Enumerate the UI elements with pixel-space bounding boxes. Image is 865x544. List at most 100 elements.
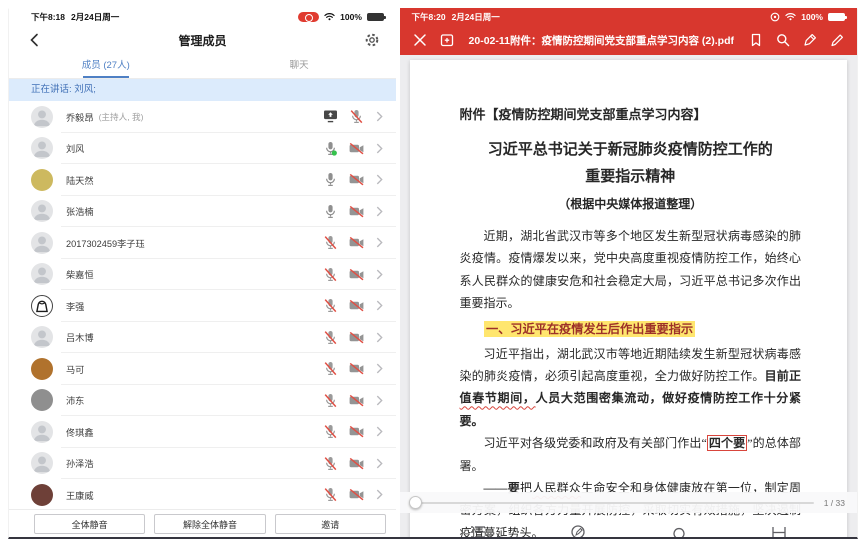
member-row[interactable]: 刘风 [9,133,396,165]
p2-normal: 习近平指出，湖北武汉市等地近期陆续发生新型冠状病毒感染的肺炎疫情，必须引起高度重… [460,347,801,383]
avatar [31,484,53,506]
avatar [31,232,53,254]
read-aloud-icon[interactable] [671,522,687,537]
markup-pen-icon[interactable] [803,33,817,47]
meeting-app-pane: 下午8:18 2月24日周一 100% 管理成员 [9,8,396,537]
add-file-icon[interactable] [440,33,454,47]
left-navbar: 管理成员 [9,25,396,55]
avatar [31,389,53,411]
chevron-right-icon[interactable] [375,458,384,469]
member-name: 王康威 [66,488,94,502]
chevron-right-icon[interactable] [375,143,384,154]
chevron-right-icon[interactable] [375,300,384,311]
doc-title-line2: 重要指示精神 [460,164,801,191]
member-row[interactable]: 王康威 [9,479,396,509]
member-row[interactable]: 陆天然 [9,164,396,196]
close-icon[interactable] [413,33,427,47]
annotate-icon[interactable] [570,522,586,537]
wifi-icon [785,12,796,21]
member-name: 佟琪鑫 [66,425,94,439]
unmute-all-button[interactable]: 解除全体静音 [154,514,265,534]
camera-or-mic-icon [349,109,364,124]
camera-or-mic-icon [349,235,364,250]
invite-button[interactable]: 邀请 [275,514,386,534]
chevron-right-icon[interactable] [375,426,384,437]
member-row[interactable]: 乔毅昂 (主持人, 我) [9,101,396,133]
bookmark-tray-icon[interactable] [771,522,787,537]
camera-or-mic-icon [349,330,364,345]
tab-bar: 成员 (27人) 聊天 [9,55,396,79]
battery-percent: 100% [340,12,362,22]
chevron-right-icon[interactable] [375,489,384,500]
page-title: 管理成员 [9,32,396,49]
tab-members[interactable]: 成员 (27人) [9,55,202,78]
chevron-right-icon[interactable] [375,269,384,280]
member-row[interactable]: 佟琪鑫 [9,416,396,448]
right-status-time: 下午8:20 [412,11,446,23]
avatar [31,169,53,191]
page-slider-knob[interactable] [409,496,422,509]
p2-bold: 目前正 [765,369,801,383]
orientation-lock-icon [770,12,780,22]
member-row[interactable]: 马可 [9,353,396,385]
doc-attachment-heading: 附件【疫情防控期间党支部重点学习内容】 [460,104,801,123]
pdf-app-pane: 下午8:20 2月24日周一 100% [400,8,857,537]
p3-boxed-annotation: 四个要 [707,435,747,451]
pencil-icon[interactable] [830,33,844,47]
person-placeholder-icon [31,452,53,474]
chevron-right-icon[interactable] [375,332,384,343]
member-row[interactable]: 孙泽浩 [9,448,396,480]
member-row[interactable]: 柴嘉恒 [9,259,396,291]
avatar [31,263,53,285]
mic-or-screenshare-icon [323,361,338,376]
page-slider-track[interactable] [410,502,814,504]
bookmark-icon[interactable] [749,33,763,47]
mic-or-screenshare-icon [323,141,338,156]
p2-underlined-annotation: 值春节期间， [460,391,536,405]
search-icon[interactable] [776,33,790,47]
mute-all-button[interactable]: 全体静音 [34,514,145,534]
member-row[interactable]: 李强 [9,290,396,322]
battery-icon [367,13,384,21]
pdf-bottom-toolbar [400,519,857,537]
camera-or-mic-icon [349,393,364,408]
member-name: 刘风 [66,141,84,155]
outline-icon[interactable] [470,522,486,537]
mic-or-screenshare-icon [323,235,338,250]
member-name: 马可 [66,362,84,376]
chevron-right-icon[interactable] [375,395,384,406]
person-placeholder-icon [31,200,53,222]
member-row[interactable]: 沛东 [9,385,396,417]
member-name: 李强 [66,299,84,313]
gear-icon[interactable] [364,32,380,48]
camera-or-mic-icon [349,204,364,219]
doc-title-line1: 习近平总书记关于新冠肺炎疫情防控工作的 [460,137,801,164]
member-row[interactable]: 张浩楠 [9,196,396,228]
page-indicator: 1 / 33 [824,498,845,508]
member-name: 沛东 [66,393,84,407]
sketch-avatar-art [32,296,52,316]
avatar [31,200,53,222]
mic-or-screenshare-icon [323,109,338,124]
chevron-right-icon[interactable] [375,363,384,374]
chevron-right-icon[interactable] [375,206,384,217]
doc-section-heading: 一、习近平在疫情发生后作出重要指示 [460,318,801,340]
camera-or-mic-icon [349,361,364,376]
camera-or-mic-icon [349,424,364,439]
doc-paragraph-3: 习近平对各级党委和政府及有关部门作出“四个要”的总体部署。 [460,432,801,477]
screen-recording-indicator[interactable] [298,12,319,22]
ipad-screen: 下午8:18 2月24日周一 100% 管理成员 [8,8,858,539]
member-name: 吕木博 [66,330,94,344]
member-name: 2017302459李子珏 [66,236,145,250]
chevron-right-icon[interactable] [375,111,384,122]
tab-chat[interactable]: 聊天 [202,55,395,78]
member-actions-footer: 全体静音 解除全体静音 邀请 [9,509,396,537]
member-row[interactable]: 吕木博 [9,322,396,354]
chevron-right-icon[interactable] [375,174,384,185]
chevron-right-icon[interactable] [375,237,384,248]
camera-or-mic-icon [349,141,364,156]
pdf-page[interactable]: 附件【疫情防控期间党支部重点学习内容】 习近平总书记关于新冠肺炎疫情防控工作的 … [410,60,847,537]
member-row[interactable]: 2017302459李子珏 [9,227,396,259]
member-name: 柴嘉恒 [66,267,94,281]
member-name: 陆天然 [66,173,94,187]
